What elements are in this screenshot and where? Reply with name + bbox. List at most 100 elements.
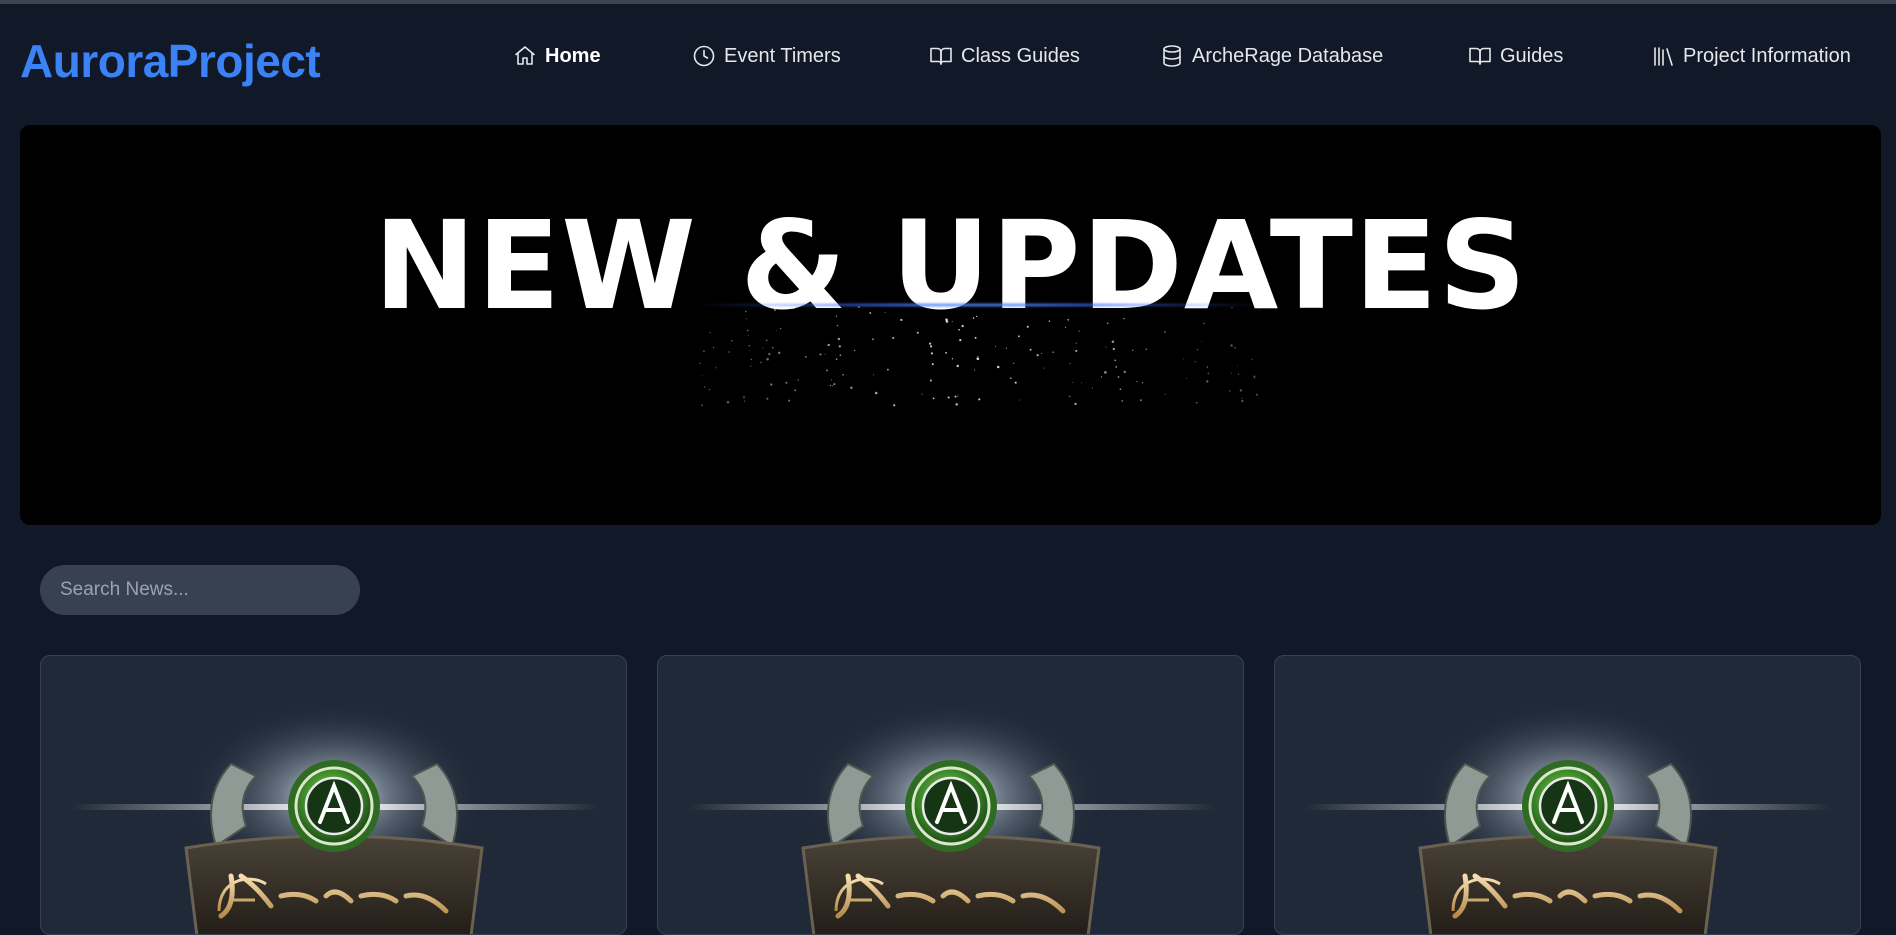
sparkle (743, 396, 745, 399)
sparkle (765, 339, 768, 342)
sparkle (829, 384, 832, 387)
sparkle (1230, 344, 1233, 347)
news-card[interactable] (40, 655, 627, 935)
nav-item-class-guides[interactable]: Class Guides (929, 44, 1080, 68)
nav-item-label: Guides (1500, 44, 1564, 67)
sparkle (1256, 393, 1259, 396)
nav-item-project-information[interactable]: Project Information (1651, 44, 1851, 68)
sparkle (872, 338, 874, 341)
sparkle (770, 383, 773, 386)
sparkle (835, 358, 838, 361)
sparkle (1072, 382, 1074, 384)
sparkle (1195, 402, 1198, 404)
sparkle (730, 339, 733, 342)
sparkle (1183, 358, 1185, 360)
sparkle (797, 379, 799, 381)
sparkle (945, 351, 947, 354)
sparkle (958, 328, 960, 331)
sparkle (1119, 388, 1122, 391)
sparkle (886, 368, 889, 371)
sparkle (1013, 362, 1015, 364)
sparkle (977, 356, 979, 358)
nav-item-label: Project Information (1683, 44, 1851, 67)
sparkle (1201, 341, 1203, 342)
library-icon (1654, 47, 1673, 66)
sparkle (768, 352, 771, 356)
nav-item-event-timers[interactable]: Event Timers (692, 44, 841, 68)
nav-item-home[interactable]: Home (513, 44, 601, 68)
sparkles-decoration (699, 306, 1260, 407)
home-icon (515, 46, 535, 65)
sparkle (1069, 363, 1071, 365)
sparkle (1092, 387, 1093, 389)
sparkle (932, 397, 935, 400)
sparkle (1041, 353, 1043, 354)
sparkle (1241, 399, 1244, 403)
sparkle (750, 365, 752, 367)
sparkle (972, 317, 975, 319)
sparkle (751, 363, 753, 365)
sparkle (1207, 372, 1210, 375)
nav-item-guides[interactable]: Guides (1468, 44, 1563, 68)
sparkle (728, 351, 730, 353)
sparkle (1111, 340, 1115, 343)
sparkle (1194, 361, 1196, 363)
sparkle (858, 306, 860, 308)
sparkle (1065, 326, 1067, 328)
sparkle (954, 395, 957, 398)
sparkle (1018, 399, 1020, 401)
sparkle (743, 400, 746, 402)
sparkle (819, 353, 822, 356)
sparkle (805, 356, 807, 358)
sparkle (788, 399, 791, 402)
sparkle (746, 329, 749, 332)
sparkle (1036, 354, 1039, 357)
sparkle (785, 381, 788, 384)
nav-item-label: Event Timers (724, 44, 841, 67)
sparkle (750, 358, 753, 361)
sparkle (839, 354, 842, 357)
sparkle (1164, 393, 1166, 395)
sparkle (930, 352, 934, 355)
sparkle (1069, 395, 1071, 398)
sparkle (1231, 306, 1233, 309)
sparkle (1010, 377, 1012, 379)
news-card[interactable] (657, 655, 1244, 935)
sparkle (777, 351, 781, 355)
sparkle (1075, 342, 1077, 344)
sparkle (1234, 346, 1236, 349)
sparkle (1237, 373, 1240, 375)
sparkle (951, 321, 953, 323)
sparkle (726, 400, 730, 404)
sparkle (702, 350, 705, 353)
sparkle (1029, 348, 1032, 351)
archerage-logo-image (1305, 701, 1832, 934)
sparkle (837, 337, 841, 341)
sparkle (771, 346, 774, 349)
sparkle (1106, 322, 1109, 325)
search-news-input[interactable] (40, 565, 360, 615)
sparkle (1104, 371, 1107, 374)
main-nav: Home Event Timers Class Guides ArcheRage… (0, 44, 1896, 74)
sparkle (699, 362, 701, 365)
sparkle (831, 379, 833, 381)
sparkle (916, 331, 919, 334)
sparkle (1115, 366, 1118, 368)
sparkle (977, 358, 980, 360)
news-card[interactable] (1274, 655, 1861, 935)
sparkle (1014, 381, 1017, 384)
sparkle (1229, 390, 1231, 392)
sparkle (975, 315, 978, 318)
sparkle (745, 318, 747, 320)
sparkle (1206, 380, 1209, 383)
sparkle (1239, 389, 1243, 392)
archerage-logo-image (71, 701, 598, 934)
sparkle (974, 369, 976, 371)
book-open-icon (930, 47, 952, 65)
nav-item-archerage-database[interactable]: ArcheRage Database (1160, 44, 1383, 68)
sparkle (703, 386, 706, 388)
sparkle (1141, 382, 1144, 384)
sparkle (1112, 347, 1116, 351)
sparkle (1254, 378, 1256, 380)
sparkle (1067, 318, 1070, 321)
